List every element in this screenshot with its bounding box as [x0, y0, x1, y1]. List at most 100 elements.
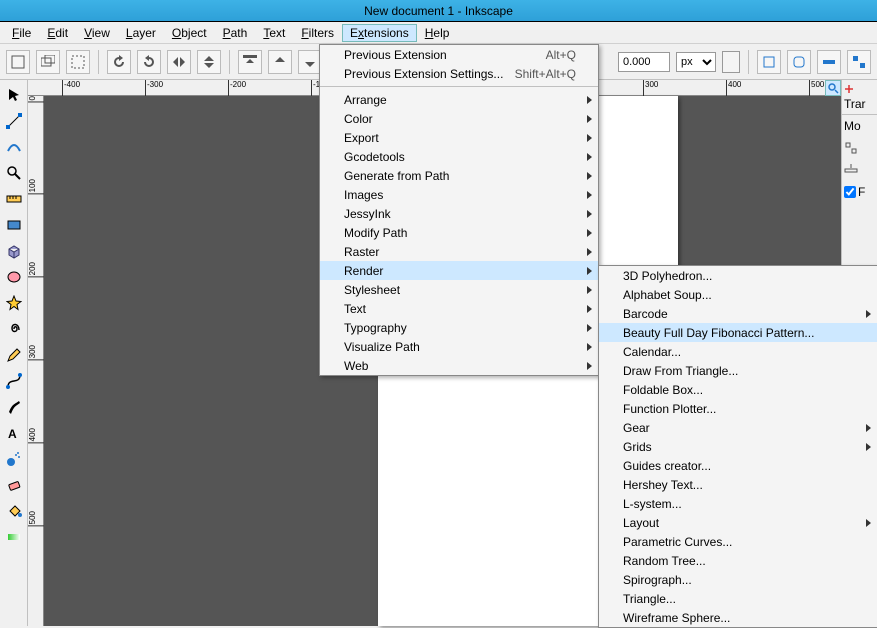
raise-top-icon[interactable] [238, 50, 262, 74]
menu-extensions[interactable]: Extensions [342, 24, 417, 42]
circle-tool-icon[interactable] [3, 266, 25, 288]
lock-aspect-icon[interactable] [722, 51, 740, 73]
title-bar: New document 1 - Inkscape [0, 0, 877, 22]
ruler-tick: -400 [62, 80, 80, 96]
menu-edit[interactable]: Edit [39, 24, 76, 42]
gradient-tool-icon[interactable] [3, 526, 25, 548]
toolbar-select-all-icon[interactable] [6, 50, 30, 74]
calligraphy-tool-icon[interactable] [3, 396, 25, 418]
unit-select[interactable]: px [676, 52, 716, 72]
extensions-menu: Previous ExtensionAlt+QPrevious Extensio… [319, 44, 599, 376]
star-tool-icon[interactable] [3, 292, 25, 314]
pencil-tool-icon[interactable] [3, 344, 25, 366]
flip-v-icon[interactable] [197, 50, 221, 74]
arrow-tool-icon[interactable] [3, 84, 25, 106]
menu-item-grids[interactable]: Grids [599, 437, 877, 456]
flip-h-icon[interactable] [167, 50, 191, 74]
menu-item-stylesheet[interactable]: Stylesheet [320, 280, 598, 299]
menu-item-function-plotter[interactable]: Function Plotter... [599, 399, 877, 418]
menu-item-parametric-curves[interactable]: Parametric Curves... [599, 532, 877, 551]
menu-item-visualize-path[interactable]: Visualize Path [320, 337, 598, 356]
ruler-tick: 100 [28, 179, 44, 194]
bezier-tool-icon[interactable] [3, 370, 25, 392]
menu-object[interactable]: Object [164, 24, 215, 42]
toolbar-separator [98, 50, 99, 74]
affect-stroke-icon[interactable] [757, 50, 781, 74]
submenu-arrow-icon [587, 305, 592, 313]
row-icon[interactable] [842, 137, 877, 159]
zoom-tool-icon[interactable] [3, 162, 25, 184]
3dbox-tool-icon[interactable] [3, 240, 25, 262]
menu-item-spirograph[interactable]: Spirograph... [599, 570, 877, 589]
ruler-tick: 300 [28, 345, 44, 360]
bucket-tool-icon[interactable] [3, 500, 25, 522]
menu-item-render[interactable]: Render [320, 261, 598, 280]
toolbar-select-layer-icon[interactable] [36, 50, 60, 74]
menu-item-barcode[interactable]: Barcode [599, 304, 877, 323]
menu-file[interactable]: File [4, 24, 39, 42]
menu-view[interactable]: View [76, 24, 118, 42]
menu-item-generate-from-path[interactable]: Generate from Path [320, 166, 598, 185]
menu-item-images[interactable]: Images [320, 185, 598, 204]
menu-item-guides-creator[interactable]: Guides creator... [599, 456, 877, 475]
rotate-ccw-icon[interactable] [107, 50, 131, 74]
menu-item-previous-extension[interactable]: Previous ExtensionAlt+Q [320, 45, 598, 64]
menu-item-wireframe-sphere[interactable]: Wireframe Sphere... [599, 608, 877, 627]
raise-icon[interactable] [268, 50, 292, 74]
menu-text[interactable]: Text [255, 24, 293, 42]
menu-item-l-system[interactable]: L-system... [599, 494, 877, 513]
measure-tool-icon[interactable] [3, 188, 25, 210]
submenu-arrow-icon [587, 267, 592, 275]
affect-corners-icon[interactable] [787, 50, 811, 74]
menu-item-modify-path[interactable]: Modify Path [320, 223, 598, 242]
menu-item--d-polyhedron[interactable]: 3D Polyhedron... [599, 266, 877, 285]
menu-item-foldable-box[interactable]: Foldable Box... [599, 380, 877, 399]
text-tool-icon[interactable]: A [3, 422, 25, 444]
transform-tab[interactable]: Trar [842, 80, 877, 115]
menu-item-random-tree[interactable]: Random Tree... [599, 551, 877, 570]
menu-item-beauty-full-day-fibonacci-pattern[interactable]: Beauty Full Day Fibonacci Pattern... [599, 323, 877, 342]
menu-item-typography[interactable]: Typography [320, 318, 598, 337]
menu-item-raster[interactable]: Raster [320, 242, 598, 261]
menu-item-alphabet-soup[interactable]: Alphabet Soup... [599, 285, 877, 304]
menu-item-draw-from-triangle[interactable]: Draw From Triangle... [599, 361, 877, 380]
relative-checkbox-row[interactable]: F [842, 181, 877, 203]
rect-tool-icon[interactable] [3, 214, 25, 236]
menu-filters[interactable]: Filters [293, 24, 342, 42]
menu-item-gear[interactable]: Gear [599, 418, 877, 437]
menu-item-triangle[interactable]: Triangle... [599, 589, 877, 608]
menu-item-color[interactable]: Color [320, 109, 598, 128]
menu-item-gcodetools[interactable]: Gcodetools [320, 147, 598, 166]
ruler-find-icon[interactable] [825, 80, 841, 96]
affect-gradient-icon[interactable] [817, 50, 841, 74]
sculpt-tool-icon[interactable] [3, 136, 25, 158]
svg-text:A: A [8, 427, 17, 441]
submenu-arrow-icon [587, 343, 592, 351]
spiral-tool-icon[interactable] [3, 318, 25, 340]
ruler-tick: 200 [28, 262, 44, 277]
row-icon2[interactable] [842, 159, 877, 181]
toolbar-deselect-icon[interactable] [66, 50, 90, 74]
spray-tool-icon[interactable] [3, 448, 25, 470]
relative-checkbox[interactable] [844, 186, 856, 198]
menu-item-calendar[interactable]: Calendar... [599, 342, 877, 361]
menu-item-export[interactable]: Export [320, 128, 598, 147]
node-tool-icon[interactable] [3, 110, 25, 132]
menu-layer[interactable]: Layer [118, 24, 164, 42]
menu-item-text[interactable]: Text [320, 299, 598, 318]
tool-box: A [0, 80, 28, 626]
affect-pattern-icon[interactable] [847, 50, 871, 74]
menu-help[interactable]: Help [417, 24, 458, 42]
eraser-tool-icon[interactable] [3, 474, 25, 496]
menu-item-hershey-text[interactable]: Hershey Text... [599, 475, 877, 494]
rotate-cw-icon[interactable] [137, 50, 161, 74]
menu-item-arrange[interactable]: Arrange [320, 90, 598, 109]
ruler-tick: 500 [28, 511, 44, 526]
submenu-arrow-icon [587, 210, 592, 218]
menu-item-layout[interactable]: Layout [599, 513, 877, 532]
height-input[interactable] [618, 52, 670, 72]
menu-item-previous-extension-settings-[interactable]: Previous Extension Settings...Shift+Alt+… [320, 64, 598, 83]
menu-item-web[interactable]: Web [320, 356, 598, 375]
menu-item-jessyink[interactable]: JessyInk [320, 204, 598, 223]
menu-path[interactable]: Path [215, 24, 256, 42]
